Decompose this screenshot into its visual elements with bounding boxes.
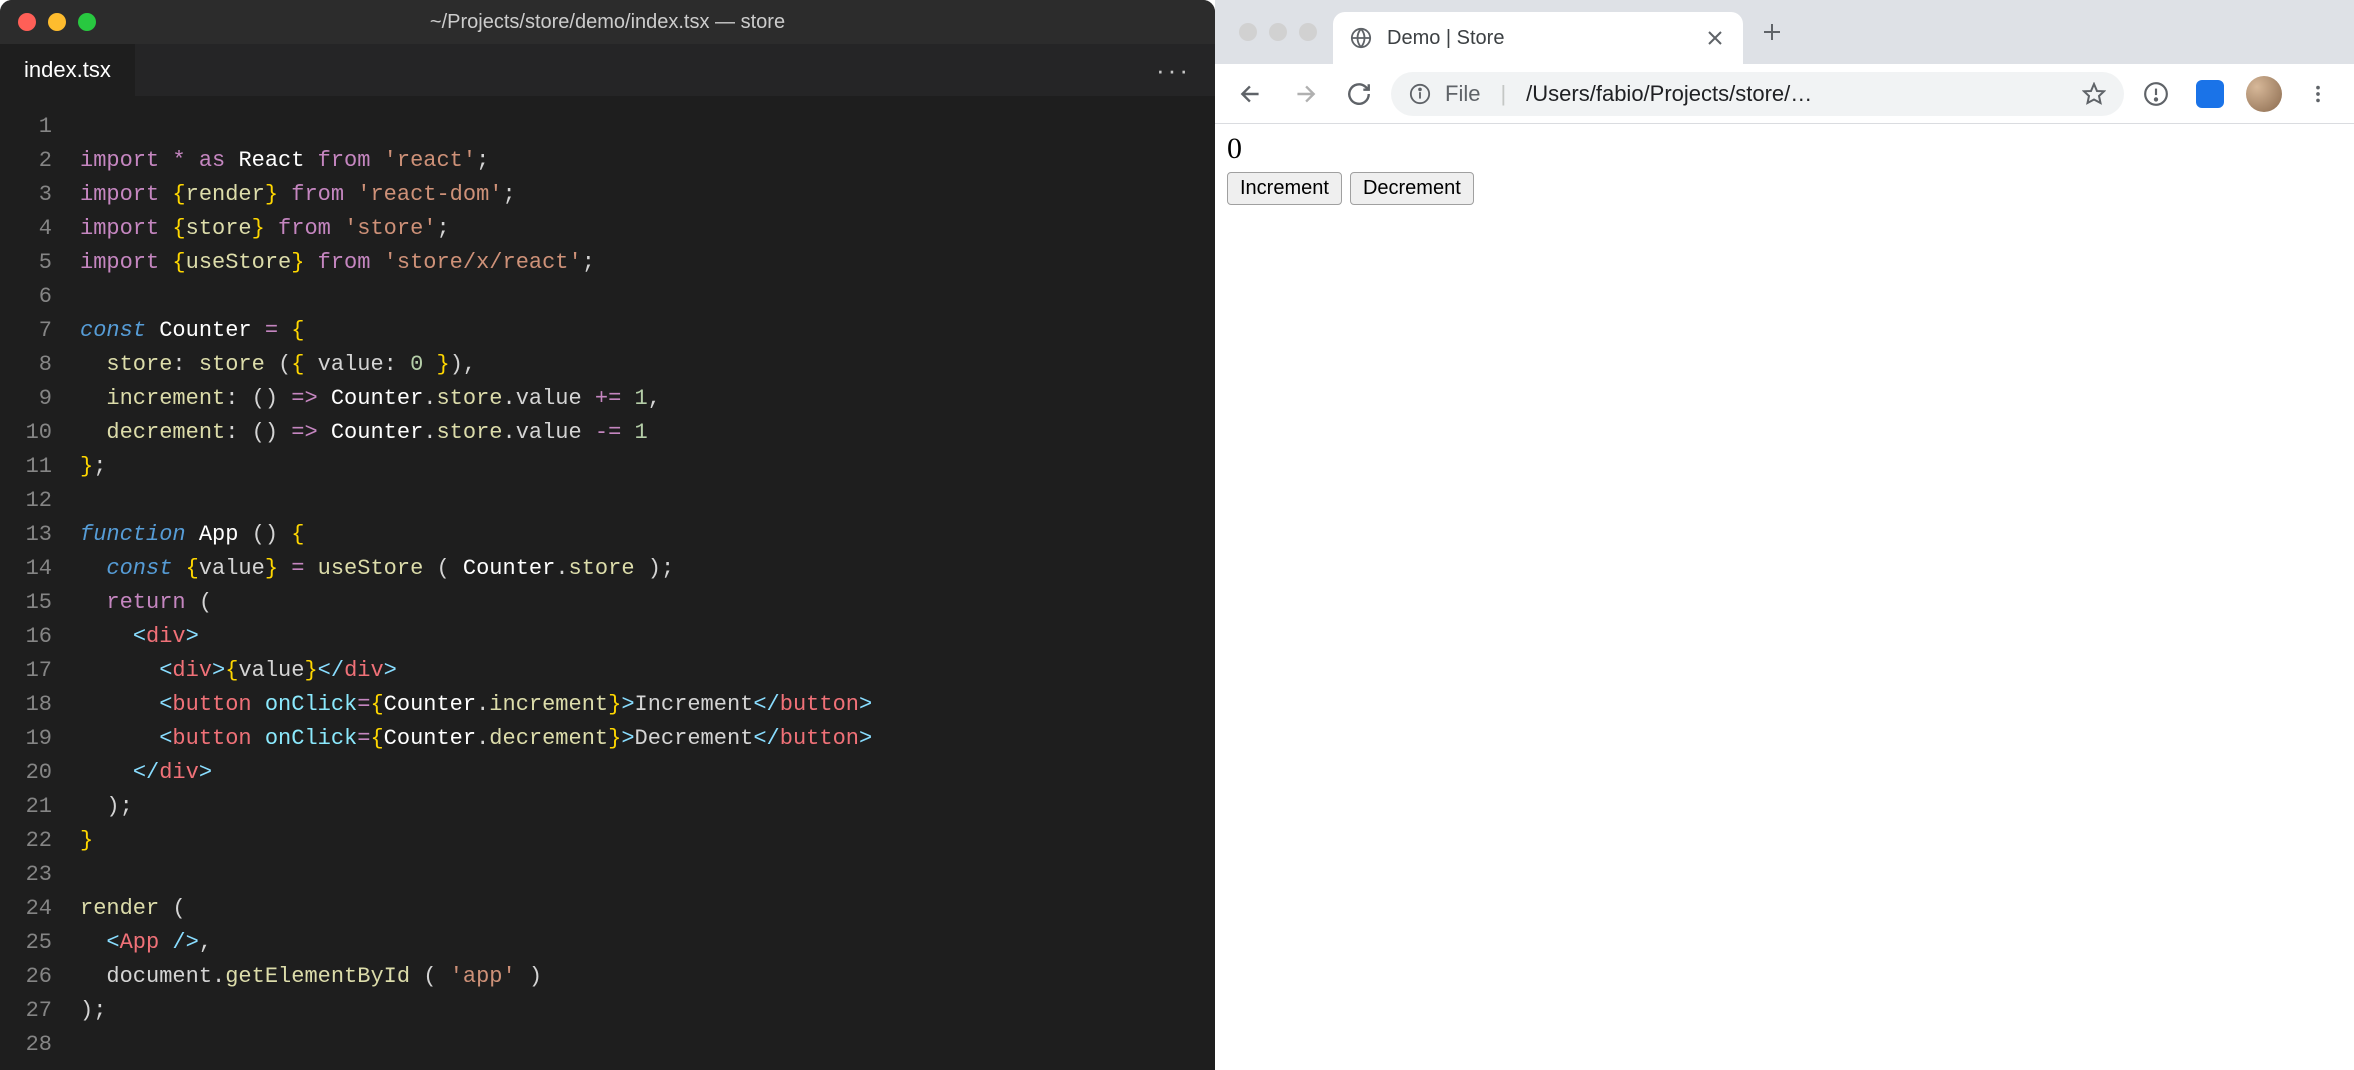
minimize-window-icon[interactable] xyxy=(1269,23,1287,41)
extension-icon[interactable] xyxy=(2188,72,2232,116)
minimize-window-icon[interactable] xyxy=(48,13,66,31)
maximize-window-icon[interactable] xyxy=(1299,23,1317,41)
browser-tab-title: Demo | Store xyxy=(1387,27,1691,50)
browser-tab[interactable]: Demo | Store xyxy=(1333,12,1743,64)
site-warning-icon[interactable] xyxy=(2134,72,2178,116)
browser-window-controls xyxy=(1225,23,1325,41)
editor-window: ~/Projects/store/demo/index.tsx — store … xyxy=(0,0,1215,1070)
page-content: 0 Increment Decrement xyxy=(1215,124,2354,1070)
avatar-icon xyxy=(2246,76,2282,112)
window-title: ~/Projects/store/demo/index.tsx — store xyxy=(0,11,1215,34)
code-editor[interactable]: 1 2 3 4 5 6 7 8 9 10 11 12 13 14 15 16 1… xyxy=(0,96,1215,1070)
editor-tab-label: index.tsx xyxy=(24,57,111,83)
browser-toolbar: File | /Users/fabio/Projects/store/… xyxy=(1215,64,2354,124)
increment-button[interactable]: Increment xyxy=(1227,172,1342,205)
url-path: /Users/fabio/Projects/store/… xyxy=(1526,81,2068,107)
ellipsis-icon: ··· xyxy=(1156,55,1191,86)
forward-button[interactable] xyxy=(1283,72,1327,116)
counter-value: 0 xyxy=(1227,132,2342,166)
url-scheme: File xyxy=(1445,81,1480,107)
address-bar[interactable]: File | /Users/fabio/Projects/store/… xyxy=(1391,72,2124,116)
line-number-gutter: 1 2 3 4 5 6 7 8 9 10 11 12 13 14 15 16 1… xyxy=(0,110,80,1070)
globe-icon xyxy=(1349,26,1373,50)
maximize-window-icon[interactable] xyxy=(78,13,96,31)
decrement-button[interactable]: Decrement xyxy=(1350,172,1474,205)
close-tab-icon[interactable] xyxy=(1705,28,1725,48)
code-content: import * as React from 'react'; import {… xyxy=(80,110,1215,1070)
info-icon[interactable] xyxy=(1409,83,1431,105)
editor-tabstrip: index.tsx ··· xyxy=(0,44,1215,96)
close-window-icon[interactable] xyxy=(18,13,36,31)
close-window-icon[interactable] xyxy=(1239,23,1257,41)
editor-titlebar: ~/Projects/store/demo/index.tsx — store xyxy=(0,0,1215,44)
profile-avatar[interactable] xyxy=(2242,72,2286,116)
bookmark-icon[interactable] xyxy=(2082,82,2106,106)
chrome-menu-button[interactable] xyxy=(2296,72,2340,116)
window-controls xyxy=(0,13,96,31)
editor-tab-index-tsx[interactable]: index.tsx xyxy=(0,44,135,96)
new-tab-button[interactable] xyxy=(1751,11,1793,53)
browser-window: Demo | Store File | /Users/fabio/Project… xyxy=(1215,0,2354,1070)
reload-button[interactable] xyxy=(1337,72,1381,116)
url-separator: | xyxy=(1494,81,1512,107)
browser-tabstrip: Demo | Store xyxy=(1215,0,2354,64)
back-button[interactable] xyxy=(1229,72,1273,116)
editor-more-button[interactable]: ··· xyxy=(1156,44,1215,96)
